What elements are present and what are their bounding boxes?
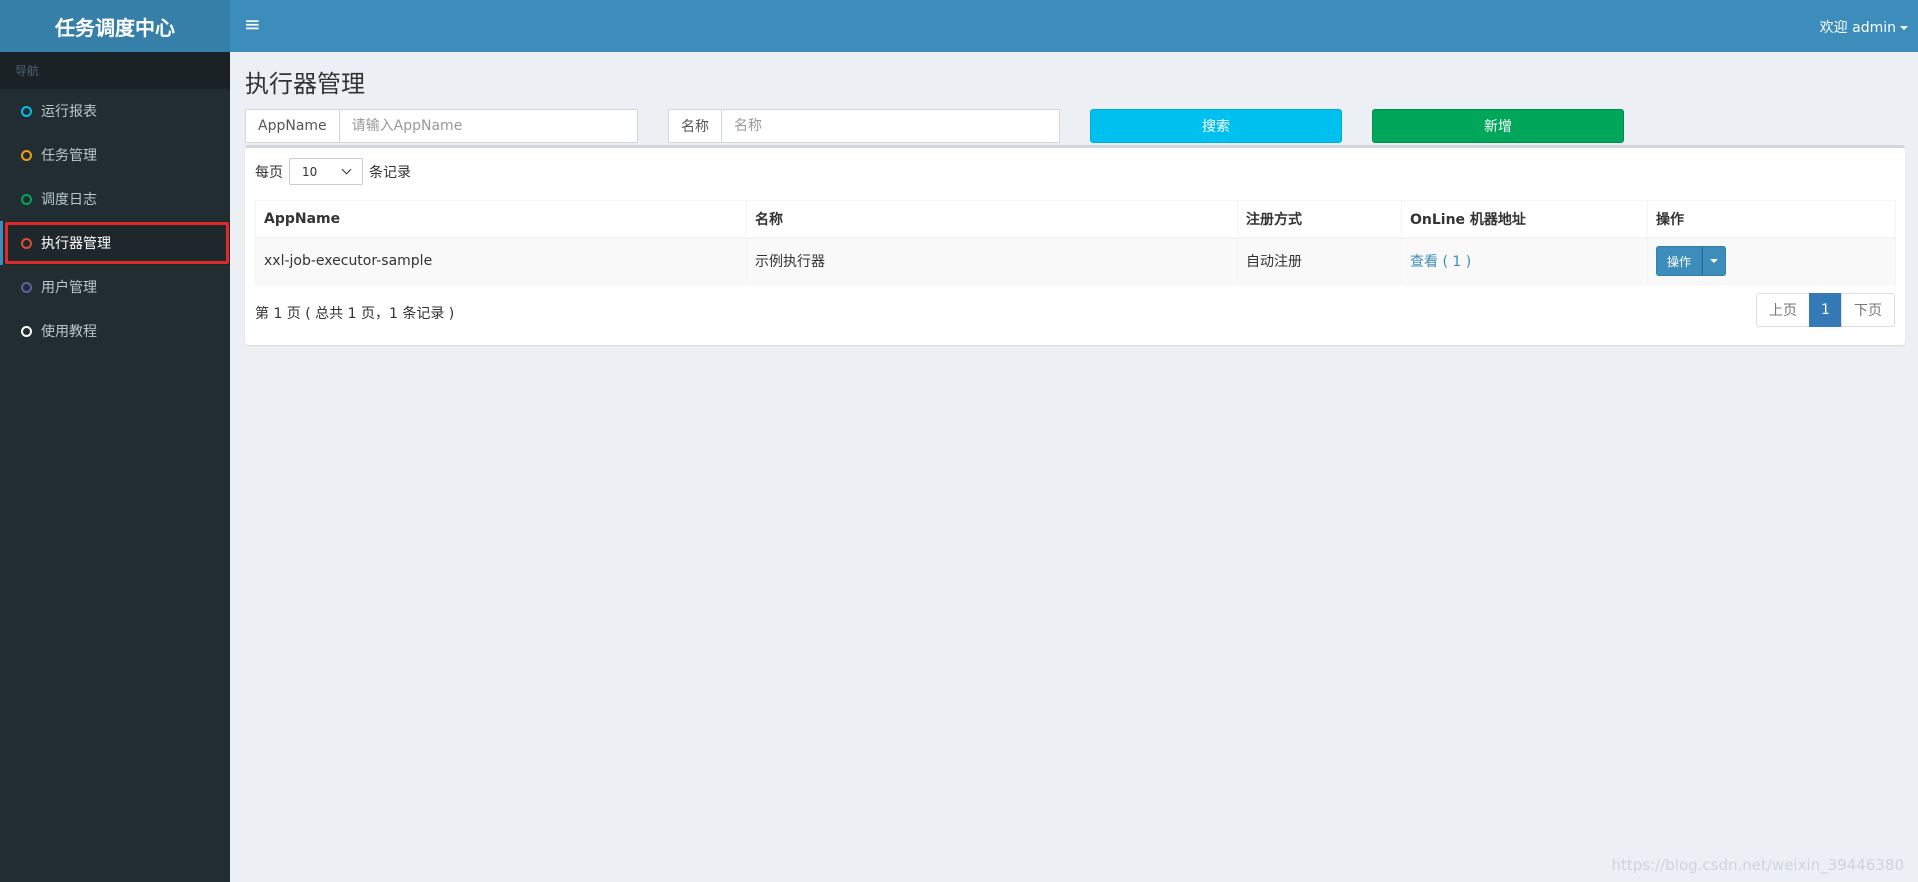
caret-down-icon xyxy=(1900,26,1908,30)
name-label: 名称 xyxy=(669,110,722,142)
page-1-button[interactable]: 1 xyxy=(1809,293,1842,327)
table-row: xxl-job-executor-sample 示例执行器 自动注册 查看 ( … xyxy=(255,237,1896,285)
column-header-online[interactable]: OnLine 机器地址 xyxy=(1401,200,1648,239)
nav-header: 导航 xyxy=(0,52,230,89)
cell-name: 示例执行器 xyxy=(746,237,1238,285)
circle-icon xyxy=(21,325,32,337)
circle-icon xyxy=(21,193,32,205)
caret-down-icon xyxy=(1710,259,1719,264)
user-menu[interactable]: 欢迎 admin xyxy=(1820,17,1908,37)
appname-label: AppName xyxy=(246,110,340,142)
sidebar-item-label: 使用教程 xyxy=(41,324,97,340)
column-header-operation: 操作 xyxy=(1647,200,1896,239)
sidebar-item-logs[interactable]: 调度日志 xyxy=(0,177,230,221)
column-header-name[interactable]: 名称 xyxy=(746,200,1238,239)
add-button[interactable]: 新增 xyxy=(1372,109,1624,143)
circle-icon xyxy=(21,237,32,249)
name-input[interactable] xyxy=(722,110,1052,142)
main-content: 执行器管理 AppName 名称 搜索 新增 每页 10 条记录 AppName… xyxy=(230,52,1918,882)
column-header-appname[interactable]: AppName xyxy=(255,200,747,239)
sidebar-item-label: 调度日志 xyxy=(41,192,97,208)
watermark: https://blog.csdn.net/weixin_39446380 xyxy=(1611,856,1904,874)
executor-table-box: 每页 10 条记录 AppName 名称 注册方式 OnLine 机器地址 操作… xyxy=(245,145,1905,345)
view-online-link[interactable]: 查看 ( 1 ) xyxy=(1410,254,1471,270)
cell-operation: 操作 xyxy=(1647,237,1896,285)
table-info: 第 1 页 ( 总共 1 页，1 条记录 ) xyxy=(255,306,455,322)
operation-button[interactable]: 操作 xyxy=(1656,246,1703,277)
prev-page-button[interactable]: 上页 xyxy=(1756,293,1810,327)
circle-icon xyxy=(21,105,32,117)
sidebar-item-help[interactable]: 使用教程 xyxy=(0,309,230,353)
column-header-registration[interactable]: 注册方式 xyxy=(1237,200,1402,239)
menu-toggle-icon[interactable]: ≡ xyxy=(244,14,261,34)
cell-appname: xxl-job-executor-sample xyxy=(255,237,747,285)
sidebar-item-label: 用户管理 xyxy=(41,280,97,296)
name-filter: 名称 xyxy=(668,109,1060,143)
table-header-row: AppName 名称 注册方式 OnLine 机器地址 操作 xyxy=(255,200,1896,239)
circle-icon xyxy=(21,149,32,161)
chevron-down-icon xyxy=(341,164,352,175)
welcome-text: 欢迎 admin xyxy=(1819,20,1896,36)
page-length-value: 10 xyxy=(302,164,318,179)
appname-input[interactable] xyxy=(339,110,637,142)
page-title: 执行器管理 xyxy=(245,70,365,98)
sidebar-item-executors[interactable]: 执行器管理 xyxy=(0,221,230,265)
sidebar: 任务调度中心 导航 运行报表 任务管理 调度日志 执行器管理 用户管理 使用教程 xyxy=(0,0,230,882)
page-length-select[interactable]: 10 xyxy=(289,158,363,185)
sidebar-item-label: 运行报表 xyxy=(41,104,97,120)
cell-online: 查看 ( 1 ) xyxy=(1401,237,1648,285)
pagination: 上页 1 下页 xyxy=(1756,293,1895,327)
length-suffix: 条记录 xyxy=(369,164,411,181)
sidebar-item-reports[interactable]: 运行报表 xyxy=(0,89,230,133)
sidebar-item-label: 任务管理 xyxy=(41,148,97,164)
app-logo[interactable]: 任务调度中心 xyxy=(0,0,230,52)
appname-filter: AppName xyxy=(245,109,638,143)
operation-button-group: 操作 xyxy=(1656,246,1727,277)
page-length-control: 每页 10 条记录 xyxy=(255,158,411,185)
cell-registration: 自动注册 xyxy=(1237,237,1402,285)
operation-dropdown-toggle[interactable] xyxy=(1702,246,1727,277)
sidebar-item-label: 执行器管理 xyxy=(41,236,111,252)
next-page-button[interactable]: 下页 xyxy=(1841,293,1895,327)
sidebar-item-users[interactable]: 用户管理 xyxy=(0,265,230,309)
sidebar-item-jobs[interactable]: 任务管理 xyxy=(0,133,230,177)
executor-table: AppName 名称 注册方式 OnLine 机器地址 操作 xxl-job-e… xyxy=(255,200,1896,285)
top-navbar: ≡ 欢迎 admin xyxy=(230,0,1918,52)
circle-icon xyxy=(21,281,32,293)
length-prefix: 每页 xyxy=(255,164,283,181)
search-button[interactable]: 搜索 xyxy=(1090,109,1342,143)
